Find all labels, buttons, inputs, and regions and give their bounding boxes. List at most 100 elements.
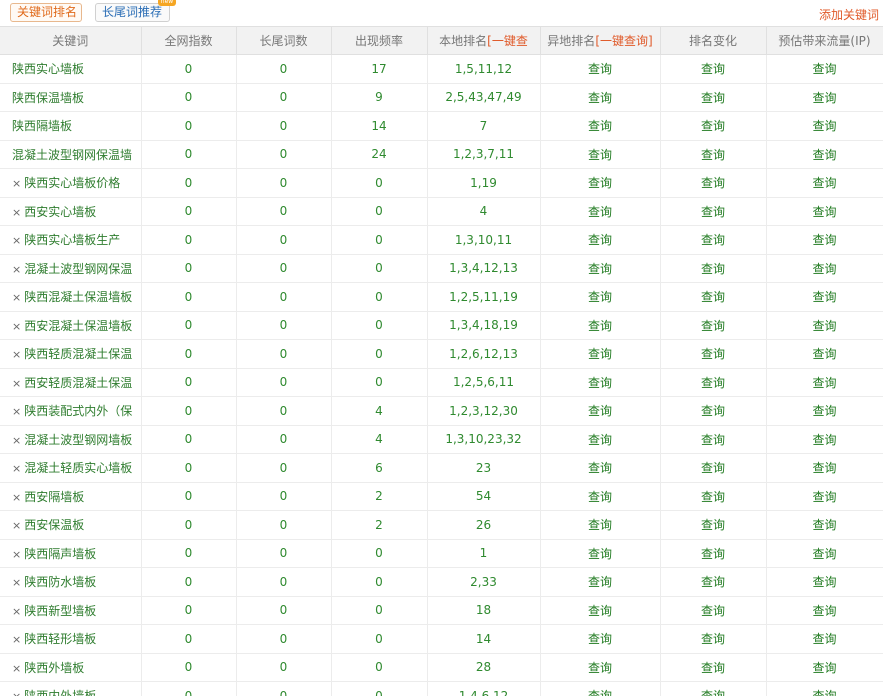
traffic-query-link[interactable]: 查询 <box>766 254 883 283</box>
remote-rank-query-link[interactable]: 查询 <box>540 653 661 682</box>
traffic-query-link[interactable]: 查询 <box>766 624 883 654</box>
traffic-query-link[interactable]: 查询 <box>766 225 883 255</box>
traffic-query-link[interactable]: 查询 <box>766 567 883 597</box>
delete-keyword-icon[interactable]: × <box>12 234 21 247</box>
rank-change-query-link[interactable]: 查询 <box>660 596 767 625</box>
delete-keyword-icon[interactable]: × <box>12 633 21 646</box>
remote-rank-query-link[interactable]: 查询 <box>540 282 661 312</box>
rank-change-query-link[interactable]: 查询 <box>660 482 767 511</box>
delete-keyword-icon[interactable]: × <box>12 320 21 333</box>
rank-change-query-link[interactable]: 查询 <box>660 567 767 597</box>
remote-rank-query-link[interactable]: 查询 <box>540 54 661 84</box>
rank-change-query-link[interactable]: 查询 <box>660 539 767 568</box>
traffic-query-link[interactable]: 查询 <box>766 510 883 540</box>
remote-rank-query-all-link[interactable]: [一键查询] <box>595 34 652 48</box>
delete-keyword-icon[interactable]: × <box>12 548 21 561</box>
remote-rank-query-link[interactable]: 查询 <box>540 83 661 112</box>
traffic-query-link[interactable]: 查询 <box>766 596 883 625</box>
rank-change-query-link[interactable]: 查询 <box>660 254 767 283</box>
traffic-query-link[interactable]: 查询 <box>766 681 883 696</box>
traffic-query-link[interactable]: 查询 <box>766 111 883 141</box>
rank-change-query-link[interactable]: 查询 <box>660 168 767 198</box>
rank-change-query-link[interactable]: 查询 <box>660 653 767 682</box>
traffic-query-link[interactable]: 查询 <box>766 482 883 511</box>
delete-keyword-icon[interactable]: × <box>12 206 21 219</box>
delete-keyword-icon[interactable]: × <box>12 377 21 390</box>
traffic-query-link[interactable]: 查询 <box>766 653 883 682</box>
keyword-text: 西安混凝土保温墙板 <box>24 318 133 333</box>
remote-rank-query-link[interactable]: 查询 <box>540 425 661 454</box>
rank-change-query-link[interactable]: 查询 <box>660 453 767 483</box>
remote-rank-query-link[interactable]: 查询 <box>540 596 661 625</box>
delete-keyword-icon[interactable]: × <box>12 690 21 696</box>
remote-rank-query-link[interactable]: 查询 <box>540 368 661 397</box>
tab-longtail-recommend[interactable]: 长尾词推荐 <box>95 3 170 22</box>
remote-rank-query-link[interactable]: 查询 <box>540 567 661 597</box>
rank-change-query-link[interactable]: 查询 <box>660 225 767 255</box>
remote-rank-query-link[interactable]: 查询 <box>540 453 661 483</box>
remote-rank-query-link[interactable]: 查询 <box>540 681 661 696</box>
rank-change-query-link[interactable]: 查询 <box>660 54 767 84</box>
traffic-query-link[interactable]: 查询 <box>766 282 883 312</box>
delete-keyword-icon[interactable]: × <box>12 576 21 589</box>
traffic-query-link[interactable]: 查询 <box>766 368 883 397</box>
remote-rank-query-link[interactable]: 查询 <box>540 482 661 511</box>
table-row: × 西安轻质混凝土保温 0 0 0 1,2,5,6,11 查询 查询 查询 <box>0 368 883 397</box>
remote-rank-query-link[interactable]: 查询 <box>540 624 661 654</box>
add-keyword-link[interactable]: 添加关键词 <box>819 6 879 23</box>
delete-keyword-icon[interactable]: × <box>12 348 21 361</box>
traffic-query-link[interactable]: 查询 <box>766 83 883 112</box>
remote-rank-query-link[interactable]: 查询 <box>540 539 661 568</box>
delete-keyword-icon[interactable]: × <box>12 605 21 618</box>
delete-keyword-icon[interactable]: × <box>12 263 21 276</box>
rank-change-query-link[interactable]: 查询 <box>660 83 767 112</box>
traffic-query-link[interactable]: 查询 <box>766 425 883 454</box>
traffic-query-link[interactable]: 查询 <box>766 339 883 369</box>
rank-change-query-link[interactable]: 查询 <box>660 140 767 169</box>
traffic-query-link[interactable]: 查询 <box>766 197 883 226</box>
delete-keyword-icon[interactable]: × <box>12 291 21 304</box>
delete-keyword-icon[interactable]: × <box>12 405 21 418</box>
remote-rank-query-link[interactable]: 查询 <box>540 396 661 426</box>
remote-rank-query-link[interactable]: 查询 <box>540 311 661 340</box>
local-rank-cell: 14 <box>427 624 541 654</box>
rank-change-query-link[interactable]: 查询 <box>660 510 767 540</box>
remote-rank-query-link[interactable]: 查询 <box>540 510 661 540</box>
rank-change-query-link[interactable]: 查询 <box>660 282 767 312</box>
local-rank-query-all-link[interactable]: [一键查 <box>487 34 528 48</box>
remote-rank-query-link[interactable]: 查询 <box>540 339 661 369</box>
rank-change-query-link[interactable]: 查询 <box>660 197 767 226</box>
rank-change-query-link[interactable]: 查询 <box>660 311 767 340</box>
rank-change-query-link[interactable]: 查询 <box>660 624 767 654</box>
remote-rank-query-link[interactable]: 查询 <box>540 111 661 141</box>
delete-keyword-icon[interactable]: × <box>12 491 21 504</box>
header-frequency: 出现频率 <box>331 26 428 55</box>
delete-keyword-icon[interactable]: × <box>12 434 21 447</box>
remote-rank-query-link[interactable]: 查询 <box>540 140 661 169</box>
traffic-query-link[interactable]: 查询 <box>766 311 883 340</box>
traffic-query-link[interactable]: 查询 <box>766 396 883 426</box>
frequency-cell: 0 <box>331 197 428 226</box>
remote-rank-query-link[interactable]: 查询 <box>540 168 661 198</box>
remote-rank-query-link[interactable]: 查询 <box>540 225 661 255</box>
rank-change-query-link[interactable]: 查询 <box>660 368 767 397</box>
delete-keyword-icon[interactable]: × <box>12 177 21 190</box>
traffic-query-link[interactable]: 查询 <box>766 539 883 568</box>
traffic-query-link[interactable]: 查询 <box>766 168 883 198</box>
delete-keyword-icon[interactable]: × <box>12 462 21 475</box>
traffic-query-link[interactable]: 查询 <box>766 453 883 483</box>
rank-change-query-link[interactable]: 查询 <box>660 111 767 141</box>
remote-rank-query-link[interactable]: 查询 <box>540 197 661 226</box>
rank-change-query-link[interactable]: 查询 <box>660 339 767 369</box>
frequency-cell: 0 <box>331 539 428 568</box>
rank-change-query-link[interactable]: 查询 <box>660 681 767 696</box>
delete-keyword-icon[interactable]: × <box>12 519 21 532</box>
net-index-cell: 0 <box>141 339 237 369</box>
traffic-query-link[interactable]: 查询 <box>766 140 883 169</box>
rank-change-query-link[interactable]: 查询 <box>660 425 767 454</box>
traffic-query-link[interactable]: 查询 <box>766 54 883 84</box>
remote-rank-query-link[interactable]: 查询 <box>540 254 661 283</box>
delete-keyword-icon[interactable]: × <box>12 662 21 675</box>
tab-keyword-rank[interactable]: 关键词排名 <box>10 3 82 22</box>
rank-change-query-link[interactable]: 查询 <box>660 396 767 426</box>
